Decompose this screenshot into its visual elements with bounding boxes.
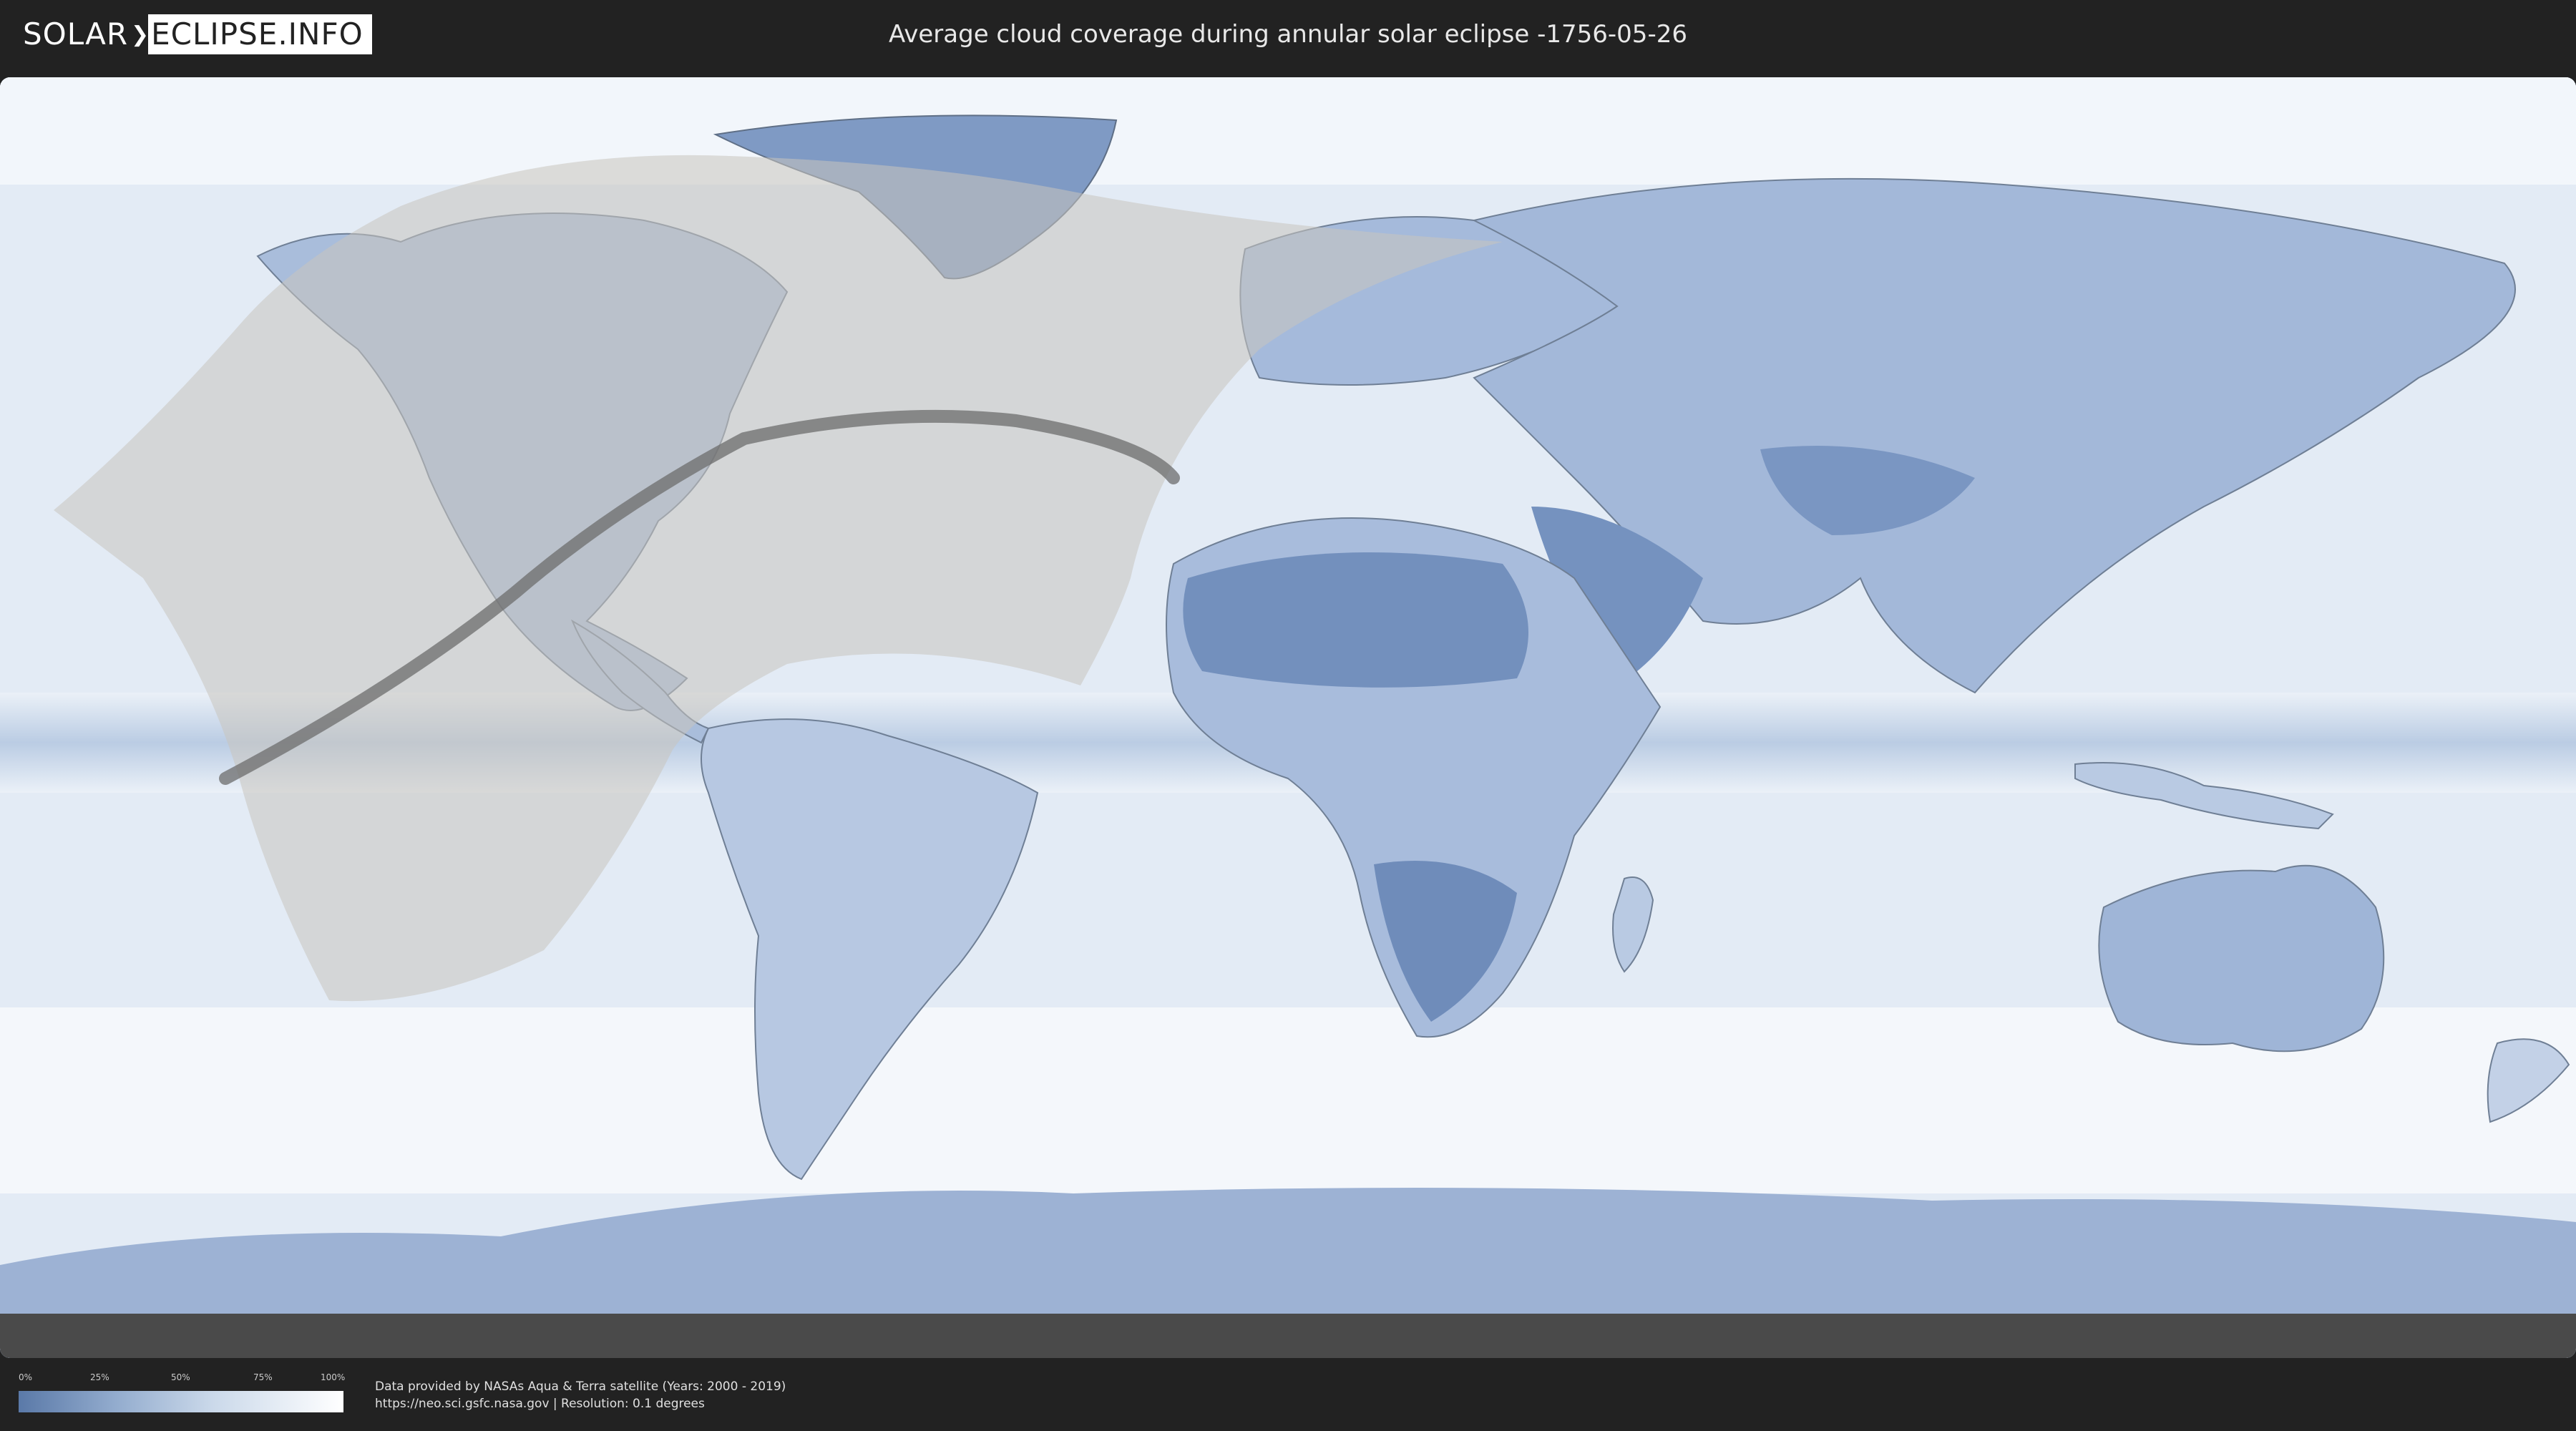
header-bar: SOLAR ❯ ECLIPSE.INFO Average cloud cover…	[0, 0, 2576, 72]
sahara-dark-region	[1183, 552, 1528, 688]
arctic-cloud-band	[0, 77, 2576, 185]
cloud-coverage-legend: 0% 25% 50% 75% 100%	[19, 1372, 346, 1412]
legend-tick-25: 25%	[90, 1372, 109, 1382]
map-bottom-shadow	[0, 1314, 2576, 1358]
legend-tick-50: 50%	[171, 1372, 190, 1382]
legend-tick-75: 75%	[253, 1372, 273, 1382]
cloud-coverage-map[interactable]	[0, 77, 2576, 1358]
world-map-svg	[0, 77, 2576, 1358]
legend-gradient-bar	[19, 1391, 343, 1412]
footer-bar: 0% 25% 50% 75% 100% Data provided by NAS…	[0, 1358, 2576, 1431]
legend-tick-0: 0%	[19, 1372, 33, 1382]
page-title: Average cloud coverage during annular so…	[889, 20, 1687, 49]
legend-tick-100: 100%	[321, 1372, 346, 1382]
credits-line-2: https://neo.sci.gsfc.nasa.gov | Resoluti…	[375, 1397, 705, 1411]
legend-ticks: 0% 25% 50% 75% 100%	[19, 1372, 346, 1385]
data-credits: Data provided by NASAs Aqua & Terra sate…	[375, 1378, 786, 1412]
credits-line-1: Data provided by NASAs Aqua & Terra sate…	[375, 1379, 786, 1394]
australia-landmass	[2098, 864, 2385, 1053]
